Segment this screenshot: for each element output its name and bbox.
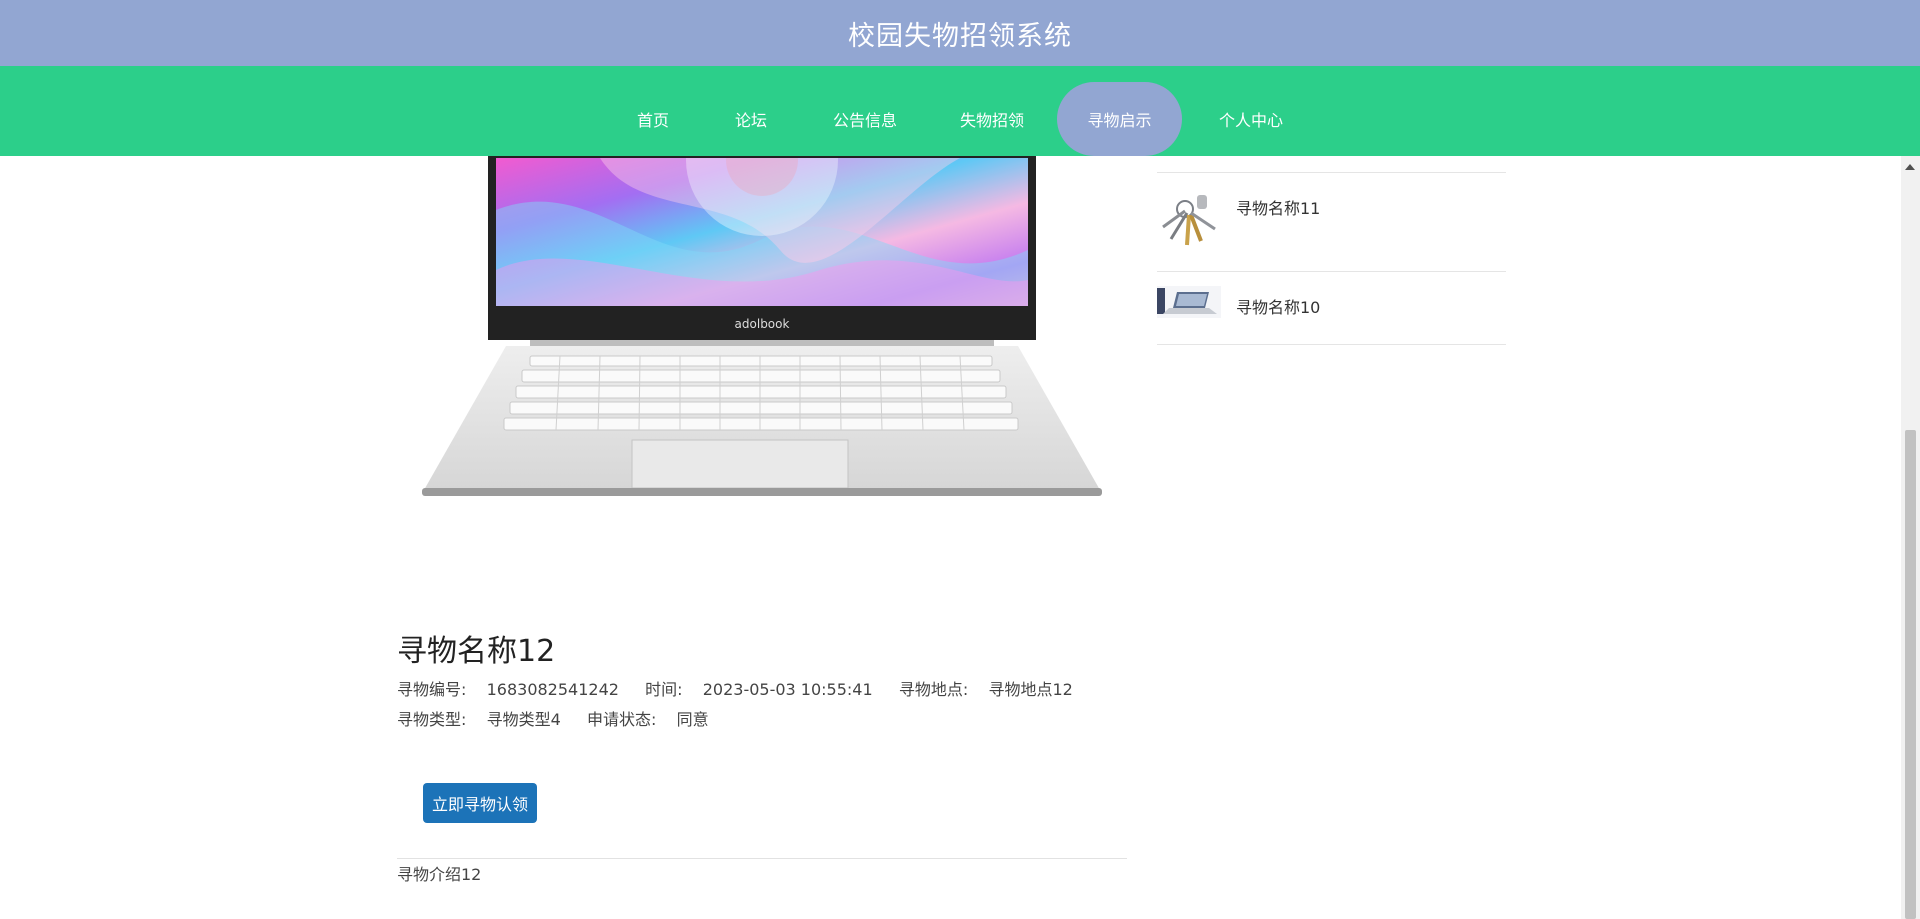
sidebar-divider [1157, 344, 1506, 345]
keys-thumbnail [1157, 187, 1221, 251]
divider [397, 858, 1127, 859]
main-nav: 首页 论坛 公告信息 失物招领 寻物启示 个人中心 [0, 66, 1920, 156]
type-label: 寻物类型: [397, 710, 467, 729]
sidebar-item[interactable]: 寻物名称11 [1157, 173, 1506, 253]
status-label: 申请状态: [586, 710, 657, 729]
time-value: 2023-05-03 10:55:41 [702, 680, 873, 699]
item-intro: 寻物介绍12 [397, 865, 482, 884]
laptop-thumbnail [1157, 286, 1221, 318]
scroll-up-arrow-icon[interactable] [1905, 164, 1915, 170]
item-image: adolbook [422, 150, 1102, 496]
time-label: 时间: [645, 680, 683, 699]
number-label: 寻物编号: [397, 680, 467, 699]
nav-item-lost-and-found[interactable]: 失物招领 [947, 82, 1037, 156]
type-value: 寻物类型4 [486, 710, 561, 729]
nav-item-home[interactable]: 首页 [618, 82, 688, 156]
info-row-1: 寻物编号: 1683082541242 时间: 2023-05-03 10:55… [397, 676, 1073, 700]
status-value: 同意 [676, 710, 709, 729]
nav-item-announcements[interactable]: 公告信息 [820, 82, 910, 156]
nav-item-personal-center[interactable]: 个人中心 [1206, 82, 1296, 156]
laptop-logo-text: adolbook [735, 317, 790, 331]
number-value: 1683082541242 [486, 680, 619, 699]
page-scrollbar[interactable] [1901, 156, 1920, 919]
place-value: 寻物地点12 [988, 680, 1073, 699]
sidebar-item-label: 寻物名称10 [1236, 298, 1321, 317]
app-title: 校园失物招领系统 [848, 20, 1072, 52]
sidebar-item-label: 寻物名称11 [1236, 199, 1321, 218]
sidebar-item[interactable]: 寻物名称10 [1157, 272, 1506, 352]
nav-item-lost-notice[interactable]: 寻物启示 [1057, 82, 1182, 156]
app-header: 校园失物招领系统 [0, 0, 1920, 66]
scrollbar-thumb[interactable] [1905, 430, 1916, 919]
item-title: 寻物名称12 [397, 634, 556, 669]
info-row-2: 寻物类型: 寻物类型4 申请状态: 同意 [397, 706, 709, 730]
nav-item-forum[interactable]: 论坛 [716, 82, 786, 156]
place-label: 寻物地点: [898, 680, 969, 699]
claim-button[interactable]: 立即寻物认领 [423, 783, 537, 823]
